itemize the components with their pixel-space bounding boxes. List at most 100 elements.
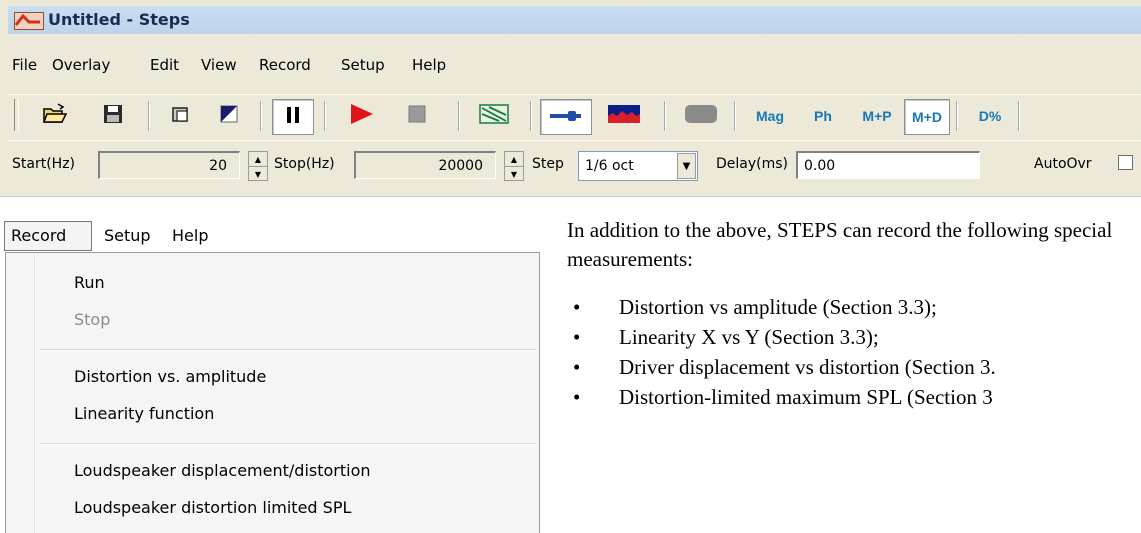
menu-overlay[interactable]: Overlay xyxy=(52,56,110,74)
menu-item-displacement-distortion[interactable]: Loudspeaker displacement/distortion xyxy=(74,461,371,480)
spectrum-button[interactable] xyxy=(600,99,648,133)
autoovr-checkbox[interactable] xyxy=(1118,155,1133,170)
probe-icon xyxy=(549,108,583,127)
menu-setup[interactable]: Setup xyxy=(341,56,385,74)
save-disk-icon xyxy=(103,104,123,128)
menu-item-linearity-function[interactable]: Linearity function xyxy=(74,404,214,423)
step-value: 1/6 oct xyxy=(585,158,634,174)
menu-item-stop: Stop xyxy=(74,310,111,329)
mag-button[interactable]: Mag xyxy=(744,99,796,133)
list-item-text: Distortion vs amplitude (Section 3.3); xyxy=(619,295,937,319)
delay-label: Delay(ms) xyxy=(716,156,789,172)
dropdown-arrow-icon[interactable]: ▼ xyxy=(677,153,696,179)
menu-help[interactable]: Help xyxy=(412,56,446,74)
spin-up-icon[interactable]: ▲ xyxy=(505,152,523,166)
copy-icon xyxy=(171,105,191,127)
start-label: Start(Hz) xyxy=(12,156,75,172)
document-text: In addition to the above, STEPS can reco… xyxy=(567,216,1141,412)
run-button[interactable] xyxy=(342,99,382,133)
contrast-icon xyxy=(220,105,238,127)
title-bar: Untitled - Steps xyxy=(8,6,1141,34)
bullet-icon: • xyxy=(573,325,581,349)
list-item: • Distortion vs amplitude (Section 3.3); xyxy=(567,292,1141,322)
start-spinner[interactable]: ▲ ▼ xyxy=(248,151,268,181)
toolbar-separator xyxy=(1018,101,1020,131)
blank-button[interactable] xyxy=(678,99,724,133)
menu-item-distortion-limited-spl[interactable]: Loudspeaker distortion limited SPL xyxy=(74,498,351,517)
steps-app-window: Untitled - Steps File Overlay Edit View … xyxy=(0,0,1141,197)
spectrum-icon xyxy=(607,104,641,128)
open-button[interactable] xyxy=(38,99,72,133)
pause-icon xyxy=(285,106,301,128)
menu-bar: File Overlay Edit View Record Setup Help xyxy=(8,48,1141,88)
sweep-button[interactable] xyxy=(474,99,514,133)
stop-spinner[interactable]: ▲ ▼ xyxy=(504,151,524,181)
delay-field[interactable]: 0.00 xyxy=(796,151,980,179)
list-item-text: Distortion-limited maximum SPL (Section … xyxy=(619,385,993,409)
mag-phase-button[interactable]: M+P xyxy=(856,99,898,133)
start-field[interactable]: 20 xyxy=(98,151,240,179)
toolbar-separator xyxy=(664,101,666,131)
mag-dist-label: M+D xyxy=(912,109,942,125)
menu-icon-gutter xyxy=(34,253,36,533)
record-menu-title[interactable]: Record xyxy=(4,221,92,251)
phase-button[interactable]: Ph xyxy=(804,99,842,133)
spin-down-icon[interactable]: ▼ xyxy=(505,166,523,181)
menu-record[interactable]: Record xyxy=(259,56,311,74)
mag-dist-button[interactable]: M+D xyxy=(904,99,950,135)
toolbar-separator xyxy=(324,101,326,131)
toolbar-separator xyxy=(260,101,262,131)
menu-item-run[interactable]: Run xyxy=(74,273,105,292)
intro-paragraph: In addition to the above, STEPS can reco… xyxy=(567,218,1113,271)
stop-icon xyxy=(408,105,426,127)
setup-menu-title[interactable]: Setup xyxy=(104,226,151,245)
menu-view[interactable]: View xyxy=(201,56,237,74)
list-item: • Distortion-limited maximum SPL (Section… xyxy=(567,382,1141,412)
measurement-list: • Distortion vs amplitude (Section 3.3); … xyxy=(567,292,1141,412)
open-folder-icon xyxy=(42,103,68,129)
step-select[interactable]: 1/6 oct ▼ xyxy=(578,151,698,181)
phase-label: Ph xyxy=(814,108,832,124)
menu-separator xyxy=(40,349,536,351)
help-menu-title[interactable]: Help xyxy=(172,226,208,245)
pause-button[interactable] xyxy=(272,99,314,135)
copy-button[interactable] xyxy=(166,99,196,133)
list-item: • Driver displacement vs distortion (Sect… xyxy=(567,352,1141,382)
menu-item-distortion-vs-amplitude[interactable]: Distortion vs. amplitude xyxy=(74,367,266,386)
spin-down-icon[interactable]: ▼ xyxy=(249,166,267,181)
mag-phase-label: M+P xyxy=(862,108,892,124)
play-icon xyxy=(349,103,375,129)
menu-separator xyxy=(40,443,536,445)
toolbar-separator xyxy=(458,101,460,131)
spin-up-icon[interactable]: ▲ xyxy=(249,152,267,166)
stop-label: Stop(Hz) xyxy=(274,156,335,172)
record-menu-screenshot: Record Setup Help Run Stop Distortion vs… xyxy=(0,210,540,533)
toolbar-grip[interactable] xyxy=(14,99,19,131)
record-dropdown: Run Stop Distortion vs. amplitude Linear… xyxy=(5,252,540,533)
stop-button[interactable] xyxy=(400,99,434,133)
toolbar-separator xyxy=(956,101,958,131)
save-button[interactable] xyxy=(98,99,128,133)
dist-percent-label: D% xyxy=(978,108,1002,124)
dist-percent-button[interactable]: D% xyxy=(968,99,1012,133)
window-title: Untitled - Steps xyxy=(48,10,190,29)
bullet-icon: • xyxy=(573,295,581,319)
autoovr-label: AutoOvr xyxy=(1034,156,1092,172)
menu-file[interactable]: File xyxy=(12,56,37,74)
bullet-icon: • xyxy=(573,385,581,409)
blank-icon xyxy=(684,104,718,128)
contrast-button[interactable] xyxy=(214,99,244,133)
sweep-chart-icon xyxy=(479,104,509,128)
probe-button[interactable] xyxy=(540,99,592,135)
stop-field[interactable]: 20000 xyxy=(354,151,496,179)
list-item-text: Driver displacement vs distortion (Secti… xyxy=(619,355,996,379)
toolbar-separator xyxy=(530,101,532,131)
mag-label: Mag xyxy=(756,108,784,124)
menu-edit[interactable]: Edit xyxy=(150,56,179,74)
toolbar-separator xyxy=(148,101,150,131)
toolbar-separator xyxy=(734,101,736,131)
bullet-icon: • xyxy=(573,355,581,379)
sweep-parameters: Start(Hz) 20 ▲ ▼ Stop(Hz) 20000 ▲ ▼ Step… xyxy=(8,140,1141,193)
step-label: Step xyxy=(532,156,564,172)
list-item: • Linearity X vs Y (Section 3.3); xyxy=(567,322,1141,352)
